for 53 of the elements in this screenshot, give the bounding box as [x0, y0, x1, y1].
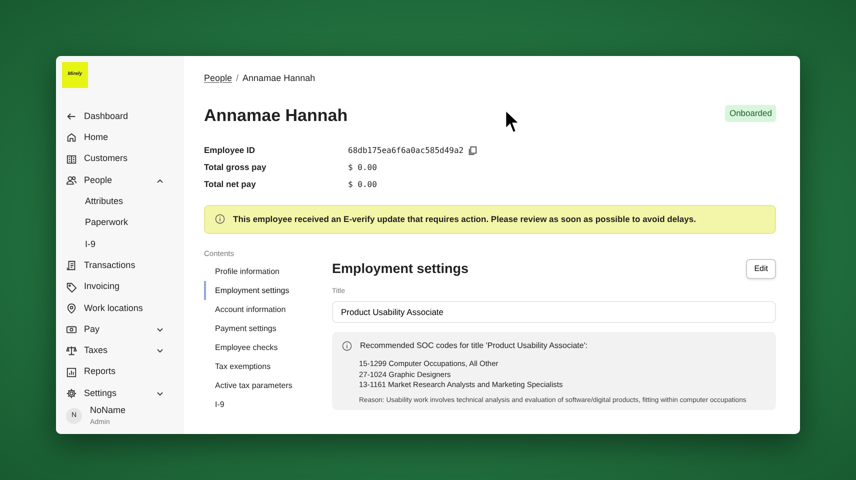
money-icon — [66, 324, 77, 336]
contents-nav-item[interactable]: Tax exemptions — [204, 357, 316, 376]
sidebar-item[interactable]: Customers — [62, 148, 178, 170]
sidebar-item[interactable]: Transactions — [62, 255, 178, 276]
chart-icon — [66, 366, 77, 378]
title-input-field[interactable]: Product Usability Associate — [332, 300, 776, 324]
status-badge: Onboarded — [725, 105, 776, 122]
sidebar-item[interactable]: Taxes — [62, 340, 178, 362]
arrow-left-icon — [66, 111, 77, 122]
sidebar-item[interactable]: People — [62, 170, 178, 192]
receipt-icon — [66, 260, 77, 272]
user-name: NoName — [90, 404, 126, 418]
alert-message: This employee received an E-verify update that requires action. Please review as soon as possible to avoid delays. — [233, 213, 696, 226]
sidebar-item[interactable]: Reports — [62, 362, 178, 383]
map-pin-icon — [66, 302, 77, 314]
field-value: $ 0.00 — [348, 178, 377, 190]
tag-icon — [66, 282, 77, 293]
sidebar-item[interactable]: Pay — [62, 318, 178, 340]
contents-nav-item[interactable]: Employment settings — [204, 281, 316, 300]
breadcrumb-separator: / — [236, 72, 239, 85]
contents-nav-item[interactable]: Active tax parameters — [204, 376, 316, 395]
contents-nav-item[interactable]: Profile information — [204, 262, 316, 281]
sidebar-item[interactable]: Home — [62, 127, 178, 149]
sidebar-item[interactable]: Work locations — [62, 298, 178, 319]
contents-nav-item[interactable]: Payment settings — [204, 319, 316, 338]
contents-nav-item[interactable]: Employee checks — [204, 338, 316, 357]
breadcrumb-current: Annamae Hannah — [242, 72, 316, 85]
sidebar-item[interactable]: Dashboard — [62, 106, 178, 128]
contents-nav-item[interactable]: Account information — [204, 300, 316, 319]
copy-icon[interactable] — [468, 146, 477, 155]
sidebar-item[interactable]: Settings — [62, 382, 178, 404]
sidebar-subitem[interactable]: Attributes — [62, 191, 178, 212]
info-icon — [342, 341, 352, 352]
field-label: Total gross pay — [204, 161, 268, 174]
scales-icon — [66, 345, 77, 356]
sidebar-item[interactable]: Invoicing — [62, 276, 178, 298]
building-icon — [66, 154, 77, 165]
field-label: Employee ID — [204, 144, 256, 157]
field-value: 68db175ea6f6a0ac585d49a2 — [348, 144, 464, 156]
breadcrumb-link[interactable]: People — [204, 72, 232, 86]
field-value: $ 0.00 — [348, 162, 377, 174]
soc-heading: Recommended SOC codes for title 'Product Usability Associate': — [360, 340, 588, 352]
sidebar-subitem[interactable]: I-9 — [62, 234, 178, 256]
sidebar-subitem[interactable]: Paperwork — [62, 212, 178, 234]
field-label: Total net pay — [204, 178, 257, 191]
section-title: Employment settings — [332, 260, 469, 278]
edit-button[interactable]: Edit — [746, 258, 776, 279]
people-icon — [66, 175, 77, 186]
home-icon — [66, 132, 77, 144]
employee-name: Annamae Hannah — [204, 104, 348, 126]
contents-nav-item[interactable]: I-9 — [204, 395, 316, 414]
info-icon — [215, 214, 225, 224]
gear-icon — [66, 388, 77, 399]
